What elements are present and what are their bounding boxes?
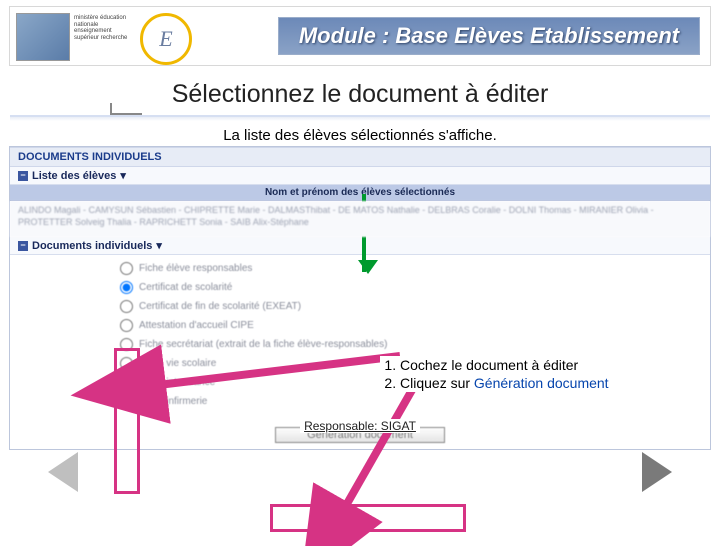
module-title: Module : Base Elèves Etablissement [278,17,700,55]
names-list: ALINDO Magali - CAMYSUN Sébastien - CHIP… [10,201,710,237]
doc-label: Attestation d'accueil CIPE [139,320,254,331]
doc-radio[interactable] [120,395,133,408]
caption-text: La liste des élèves sélectionnés s'affic… [0,117,720,146]
doc-radio[interactable] [120,376,133,389]
doc-option[interactable]: Fiche élève responsables [120,259,710,278]
education-logo-icon: E [140,13,192,65]
names-column-header: Nom et prénom des élèves sélectionnés [10,185,710,201]
next-slide-button[interactable] [642,452,672,492]
collapse-row-student-list[interactable]: − Liste des élèves ▾ [10,167,710,185]
instructions-box: Cochez le document à éditer Cliquez sur … [380,356,680,392]
doc-radio[interactable] [120,281,133,294]
collapse-icon[interactable]: − [18,171,28,181]
doc-label: Fiche élève responsables [139,263,252,274]
doc-radio[interactable] [120,262,133,275]
chevron-down-icon: ▾ [156,239,162,252]
prev-slide-button[interactable] [48,452,78,492]
doc-option[interactable]: Certificat de fin de scolarité (EXEAT) [120,297,710,316]
section-header-documents: DOCUMENTS INDIVIDUELS [10,147,710,167]
doc-radio[interactable] [120,319,133,332]
doc-option[interactable]: Certificat de scolarité [120,278,710,297]
doc-label: Certificat de scolarité [139,282,232,293]
instruction-text: Cochez le document à éditer [400,357,578,373]
arrow-pink-icon [200,346,380,348]
responsible-label: Responsable: SIGAT [300,419,420,433]
instruction-item: Cochez le document à éditer [400,356,680,374]
app-banner: ministère éducation nationale enseigneme… [9,6,711,66]
documents-label: Documents individuels [32,240,152,252]
page-title: Sélectionnez le document à éditer [10,66,710,117]
doc-radio[interactable] [120,357,133,370]
doc-label: Certificat de fin de scolarité (EXEAT) [139,301,301,312]
doc-radio[interactable] [120,338,133,351]
banner-photo [16,13,70,61]
collapse-row-documents[interactable]: − Documents individuels ▾ [10,237,710,255]
page-title-text: Sélectionnez le document à éditer [172,80,549,108]
chevron-down-icon: ▾ [120,169,126,182]
doc-radio[interactable] [120,300,133,313]
instruction-link: Génération document [474,375,609,391]
collapse-icon[interactable]: − [18,241,28,251]
doc-option[interactable]: Attestation d'accueil CIPE [120,316,710,335]
instruction-prefix: Cliquez sur [400,375,474,391]
ministry-text: ministère éducation nationale enseigneme… [74,15,129,41]
title-underline-mark [110,113,142,115]
instruction-item: Cliquez sur Génération document [400,374,680,392]
doc-label: Fiche infirmerie [139,396,207,407]
student-list-label: Liste des élèves [32,170,116,182]
